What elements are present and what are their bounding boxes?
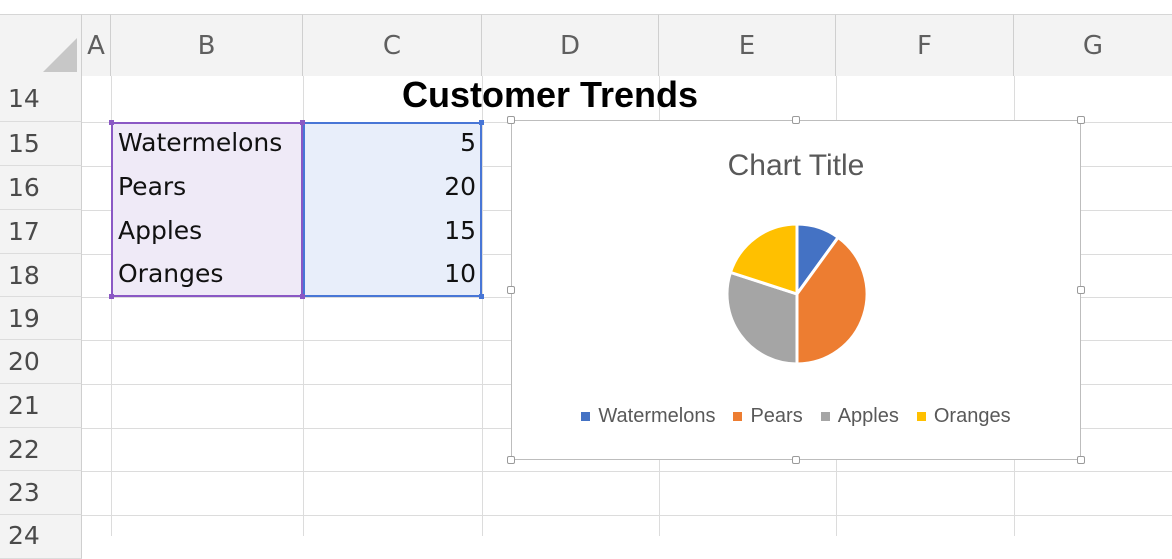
row-label: 17 [8,217,40,246]
cell-c16[interactable]: 20 [306,172,476,201]
column-label: B [197,30,216,61]
column-label: D [559,30,581,61]
row-header-24[interactable]: 24 [0,515,82,559]
legend-label: Oranges [933,405,1011,427]
row-label: 23 [8,478,40,507]
column-header-b[interactable]: B [111,14,303,76]
column-label: C [382,30,402,61]
cell-b17[interactable]: Apples [118,216,202,245]
row-header-16[interactable]: 16 [0,166,82,210]
cell-b15[interactable]: Watermelons [118,128,282,157]
chart-resize-handle[interactable] [507,286,515,294]
row-label: 16 [8,173,40,202]
selection-handle[interactable] [300,294,305,299]
column-header-a[interactable]: A [82,14,111,76]
selection-handle[interactable] [479,120,484,125]
row-header-20[interactable]: 20 [0,340,82,384]
cell-b16[interactable]: Pears [118,172,186,201]
row-header-14[interactable]: 14 [0,76,82,122]
row-label: 22 [8,434,40,464]
pie-chart[interactable] [512,191,1080,441]
column-label: G [1082,30,1104,61]
selection-handle[interactable] [479,294,484,299]
row-header-18[interactable]: 18 [0,254,82,297]
chart-resize-handle[interactable] [1077,286,1085,294]
row-header-21[interactable]: 21 [0,384,82,428]
row-label: 15 [8,129,40,158]
cell-c18[interactable]: 10 [306,259,476,288]
column-label: F [917,30,932,61]
legend-item-apples[interactable]: Apples [820,405,899,428]
selection-handle[interactable] [109,120,114,125]
column-header-g[interactable]: G [1014,14,1172,76]
spreadsheet[interactable]: A B C D E F G 14 15 16 17 18 19 20 21 22… [0,0,1172,559]
legend-swatch [581,412,591,421]
row-header-17[interactable]: 17 [0,210,82,254]
chart-resize-handle[interactable] [792,116,800,124]
sheet-title: Customer Trends [401,74,699,115]
selection-handle[interactable] [300,120,305,125]
selection-handle[interactable] [109,294,114,299]
chart-resize-handle[interactable] [507,456,515,464]
legend-label: Apples [837,405,899,427]
pie-chart-object[interactable]: Chart Title Watermelons Pears Apples Orange… [511,120,1081,460]
cell-c15[interactable]: 5 [306,128,476,157]
row-header-15[interactable]: 15 [0,122,82,166]
gridline [82,515,1172,516]
chart-resize-handle[interactable] [792,456,800,464]
chart-resize-handle[interactable] [1077,456,1085,464]
chart-resize-handle[interactable] [507,116,515,124]
row-header-23[interactable]: 23 [0,471,82,515]
row-label: 21 [8,391,40,420]
chart-title[interactable]: Chart Title [512,149,1080,183]
legend-swatch [733,412,743,421]
select-all-corner[interactable] [0,14,82,76]
row-header-19[interactable]: 19 [0,297,82,340]
row-header-22[interactable]: 22 [0,428,82,471]
chart-legend[interactable]: Watermelons Pears Apples Oranges [512,405,1080,428]
legend-item-pears[interactable]: Pears [733,405,803,428]
column-header-c[interactable]: C [303,14,482,76]
cell-b18[interactable]: Oranges [118,259,223,288]
legend-item-oranges[interactable]: Oranges [916,405,1011,428]
row-label: 14 [8,84,40,113]
gridline [82,471,1172,472]
legend-item-watermelons[interactable]: Watermelons [581,405,715,428]
column-header-f[interactable]: F [836,14,1014,76]
legend-swatch [916,412,926,421]
gridline [482,76,483,536]
row-label: 20 [8,347,40,376]
cell-c17[interactable]: 15 [306,216,476,245]
legend-label: Pears [750,405,803,427]
row-label: 18 [8,260,40,290]
column-header-d[interactable]: D [482,14,659,76]
legend-swatch [820,412,830,421]
row-label: 19 [8,303,40,333]
column-header-e[interactable]: E [659,14,836,76]
column-label: A [87,30,105,61]
column-label: E [738,30,756,61]
legend-label: Watermelons [598,405,716,427]
chart-resize-handle[interactable] [1077,116,1085,124]
